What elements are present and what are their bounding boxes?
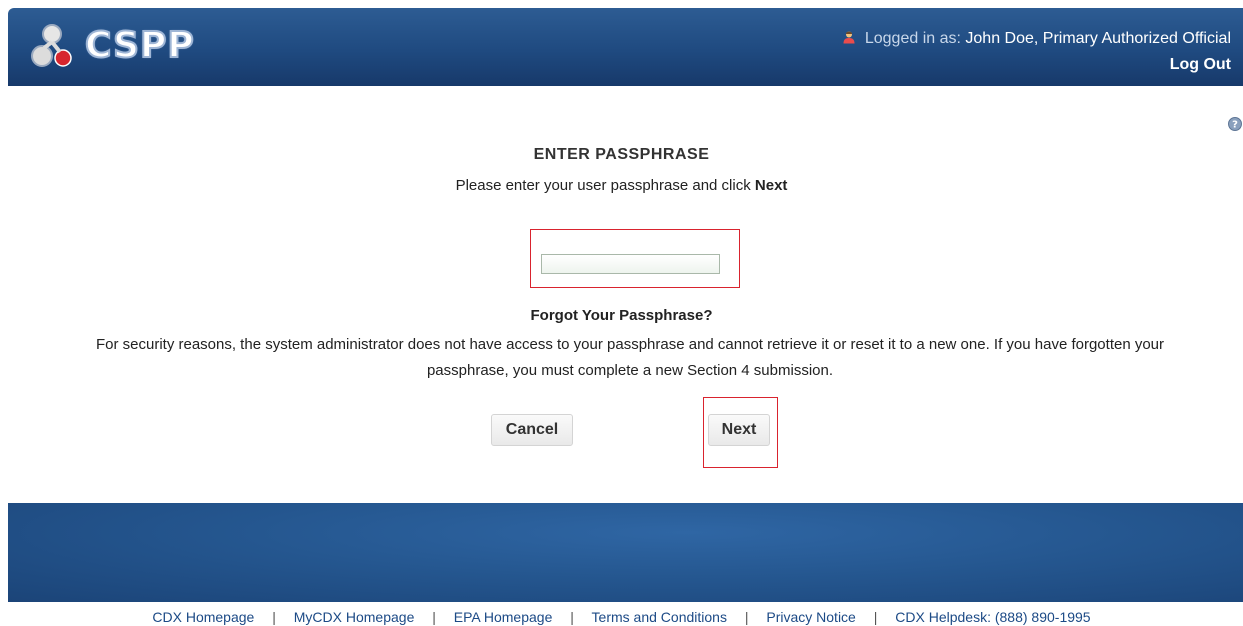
logout-link[interactable]: Log Out (842, 52, 1231, 78)
page-title: ENTER PASSPHRASE (533, 146, 710, 163)
instruction-prefix: Please enter your user passphrase and cl… (455, 177, 751, 194)
help-icon[interactable]: ? (1228, 117, 1242, 131)
footer-band (8, 503, 1243, 602)
next-button[interactable]: Next (708, 414, 770, 446)
footer-helpdesk: CDX Helpdesk: (888) 890-1995 (895, 609, 1091, 625)
header-bar: CSPP Logged in as: John Doe, Primary Aut… (8, 8, 1243, 86)
cspp-logo[interactable]: CSPP (30, 18, 230, 78)
svg-text:?: ? (1232, 120, 1238, 131)
cancel-button[interactable]: Cancel (491, 414, 573, 446)
footer-link-mycdx-homepage[interactable]: MyCDX Homepage (294, 609, 415, 625)
footer-separator: | (570, 609, 574, 625)
logged-in-label: Logged in as: (864, 30, 961, 47)
forgot-passphrase-title: Forgot Your Passphrase? (530, 307, 713, 324)
footer-separator: | (873, 609, 878, 625)
footer-separator: | (432, 609, 436, 625)
footer-link-epa-homepage[interactable]: EPA Homepage (454, 609, 553, 625)
instruction-next-word: Next (754, 177, 788, 194)
cspp-logo-icon (31, 24, 72, 67)
user-info: Logged in as: John Doe, Primary Authoriz… (842, 26, 1231, 78)
footer-link-terms[interactable]: Terms and Conditions (592, 609, 727, 625)
app-name: CSPP (84, 24, 195, 67)
passphrase-input[interactable] (541, 254, 720, 274)
footer-separator: | (272, 609, 276, 625)
footer-link-privacy[interactable]: Privacy Notice (766, 609, 855, 625)
instruction-text: Please enter your user passphrase and cl… (0, 177, 1243, 194)
footer-links: CDX Homepage | MyCDX Homepage | EPA Home… (0, 609, 1243, 625)
footer-link-cdx-homepage[interactable]: CDX Homepage (152, 609, 254, 625)
footer-separator: | (744, 609, 749, 625)
user-name: John Doe, Primary Authorized Official (965, 30, 1231, 47)
user-icon (843, 31, 855, 44)
forgot-passphrase-text: For security reasons, the system adminis… (95, 336, 1165, 379)
